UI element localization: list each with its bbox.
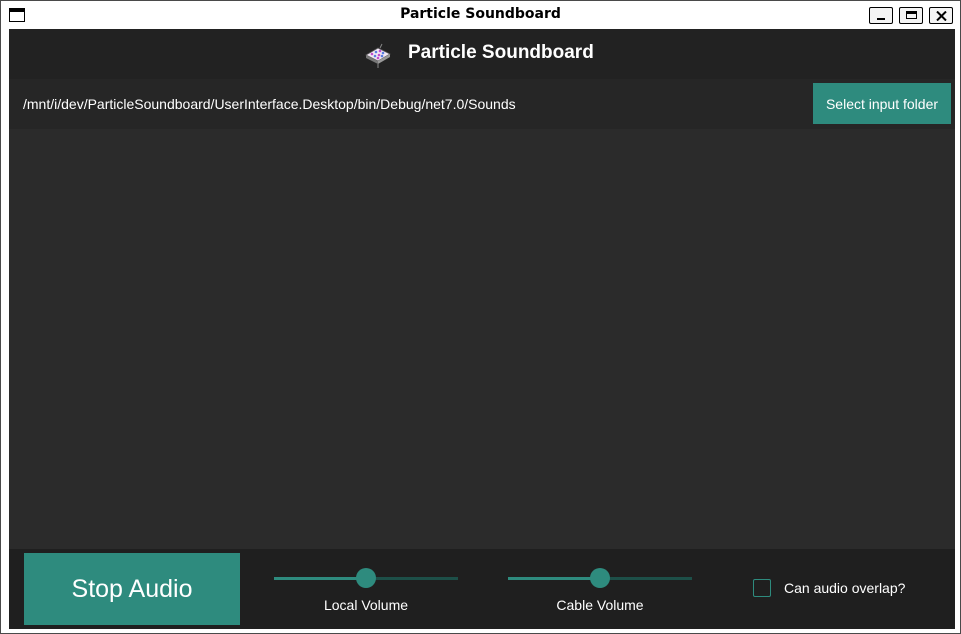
app-window: Particle Soundboard Particle Soundboard … <box>0 0 961 634</box>
local-volume-fill <box>274 577 366 580</box>
maximize-button[interactable] <box>899 7 923 24</box>
cable-volume-fill <box>508 577 600 580</box>
local-volume-label: Local Volume <box>323 597 409 613</box>
window-title: Particle Soundboard <box>400 6 561 22</box>
title-bar[interactable]: Particle Soundboard <box>1 1 960 29</box>
close-button[interactable] <box>929 7 953 24</box>
close-icon <box>936 11 947 21</box>
local-volume-slider[interactable]: Local Volume <box>274 561 458 621</box>
cable-volume-thumb[interactable] <box>590 568 610 588</box>
local-volume-thumb[interactable] <box>356 568 376 588</box>
cable-volume-label: Cable Volume <box>556 597 644 613</box>
cable-volume-slider[interactable]: Cable Volume <box>508 561 692 621</box>
app-title: Particle Soundboard <box>408 42 594 63</box>
audio-overlap-checkbox[interactable] <box>753 579 771 597</box>
folder-bar: /mnt/i/dev/ParticleSoundboard/UserInterf… <box>9 79 955 129</box>
audio-overlap-label: Can audio overlap? <box>784 580 906 596</box>
soundboard-logo-icon <box>365 43 391 68</box>
minimize-button[interactable] <box>869 7 893 24</box>
app-header: Particle Soundboard <box>9 29 955 79</box>
controls-footer: Stop Audio Local Volume Cable Volume Can… <box>9 549 955 629</box>
stop-audio-button[interactable]: Stop Audio <box>24 553 240 625</box>
sound-list-area <box>9 129 955 549</box>
folder-path: /mnt/i/dev/ParticleSoundboard/UserInterf… <box>23 96 516 112</box>
app-content: Particle Soundboard /mnt/i/dev/ParticleS… <box>9 29 955 629</box>
select-input-folder-button[interactable]: Select input folder <box>813 83 951 124</box>
